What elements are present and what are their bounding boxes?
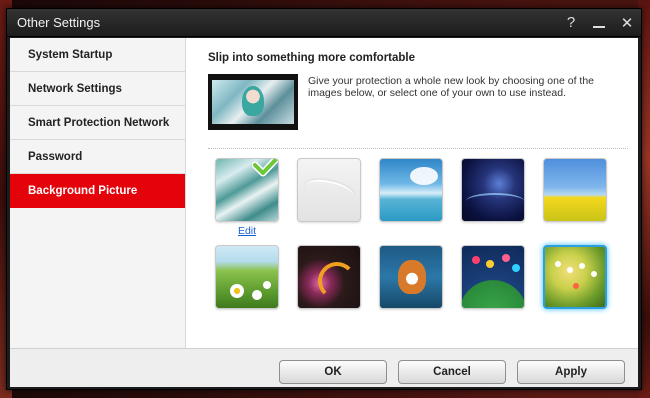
current-background-preview — [208, 74, 298, 130]
thumbnail-cell — [461, 245, 525, 309]
thumbnail-cell — [297, 245, 361, 309]
thumbnail-cell — [461, 158, 525, 239]
settings-window: Other Settings ? ✕ System Startup Networ… — [6, 8, 642, 390]
thumbnail-cartoon-meadow[interactable] — [543, 245, 607, 309]
thumbnail-cartoon-hill[interactable] — [461, 245, 525, 309]
window-controls: ? ✕ — [557, 9, 641, 37]
close-icon: ✕ — [620, 14, 634, 32]
thumbnail-daisy-meadow[interactable] — [215, 245, 279, 309]
sidebar-item-network-settings[interactable]: Network Settings — [10, 72, 185, 106]
thumbnail-white-abstract[interactable] — [297, 158, 361, 222]
close-button[interactable]: ✕ — [613, 9, 641, 37]
thumbnail-floral-swirl[interactable] — [297, 245, 361, 309]
sidebar-item-label: System Startup — [28, 48, 113, 61]
preview-image — [212, 80, 294, 124]
sidebar-item-system-startup[interactable]: System Startup — [10, 38, 185, 72]
thumbnail-anime-girl[interactable] — [215, 158, 279, 222]
background-thumbnail-grid: Edit — [215, 158, 615, 309]
thumbnail-cell — [543, 158, 607, 239]
sidebar: System Startup Network Settings Smart Pr… — [10, 38, 186, 348]
sidebar-item-password[interactable]: Password — [10, 140, 185, 174]
help-button[interactable]: ? — [557, 9, 585, 37]
minimize-button[interactable] — [585, 9, 613, 37]
section-heading: Slip into something more comfortable — [208, 52, 416, 64]
thumbnail-sky-ocean[interactable] — [379, 158, 443, 222]
section-description: Give your protection a whole new look by… — [308, 75, 595, 99]
checkmark-icon — [252, 159, 278, 177]
minimize-icon — [593, 25, 605, 28]
dotted-divider — [208, 148, 628, 149]
edit-link[interactable]: Edit — [238, 225, 256, 239]
title-bar[interactable]: Other Settings ? ✕ — [7, 9, 641, 37]
thumbnail-cell — [215, 245, 279, 309]
apply-button[interactable]: Apply — [517, 360, 625, 384]
sidebar-item-label: Password — [28, 150, 83, 163]
window-content: System Startup Network Settings Smart Pr… — [10, 38, 638, 387]
sidebar-item-label: Background Picture — [28, 184, 138, 197]
button-bar: OK Cancel Apply — [10, 348, 638, 387]
sidebar-item-smart-protection-network[interactable]: Smart Protection Network — [10, 106, 185, 140]
thumbnail-night-aurora[interactable] — [461, 158, 525, 222]
thumbnail-cell — [379, 245, 443, 309]
help-icon: ? — [566, 14, 576, 31]
sidebar-item-label: Network Settings — [28, 82, 122, 95]
thumbnail-cartoon-dog[interactable] — [379, 245, 443, 309]
sidebar-item-label: Smart Protection Network — [28, 116, 170, 129]
thumbnail-cell — [379, 158, 443, 239]
ok-button[interactable]: OK — [279, 360, 387, 384]
cancel-button[interactable]: Cancel — [398, 360, 506, 384]
window-title: Other Settings — [17, 15, 101, 30]
background-picture-panel: Slip into something more comfortable Giv… — [200, 38, 628, 348]
thumbnail-cell — [297, 158, 361, 239]
sidebar-item-background-picture[interactable]: Background Picture — [10, 174, 185, 208]
thumbnail-flower-field[interactable] — [543, 158, 607, 222]
thumbnail-cell: Edit — [215, 158, 279, 239]
thumbnail-cell — [543, 245, 607, 309]
